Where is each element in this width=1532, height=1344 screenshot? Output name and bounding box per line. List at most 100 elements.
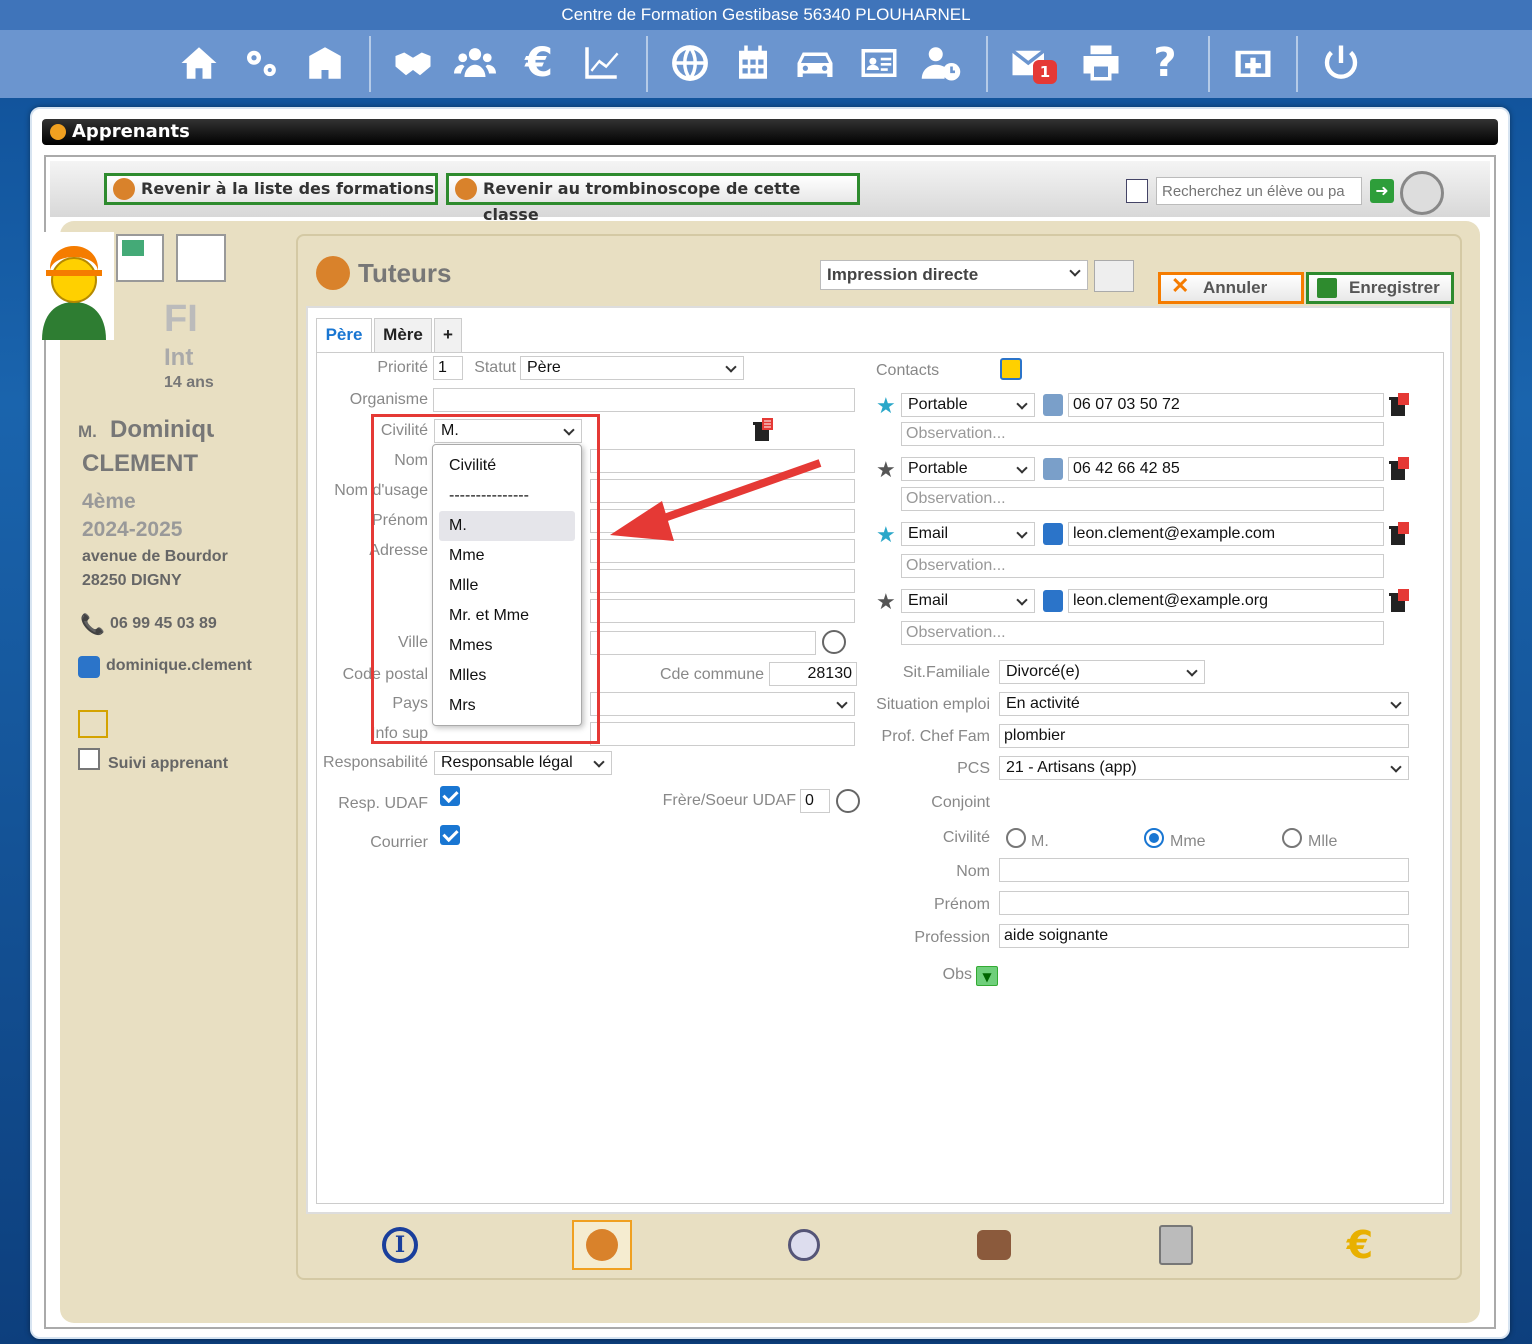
print-icon[interactable]	[1076, 38, 1126, 88]
contact-value-input[interactable]: 06 07 03 50 72	[1068, 393, 1384, 417]
contact-observation-input[interactable]: Observation...	[901, 422, 1384, 446]
hierarchy-icon[interactable]	[78, 710, 108, 738]
power-icon[interactable]	[1316, 38, 1366, 88]
scanner-icon[interactable]	[1400, 171, 1444, 215]
add-contact-icon[interactable]	[1000, 358, 1022, 380]
civ-m-radio[interactable]	[1006, 828, 1026, 848]
help-icon[interactable]: ?	[1140, 38, 1190, 88]
back-formations-button[interactable]: Revenir à la liste des formations	[104, 173, 438, 205]
civ-mlle-radio[interactable]	[1282, 828, 1302, 848]
tab-mere[interactable]: Mère	[374, 318, 432, 352]
cde-commune-input[interactable]: 28130	[769, 662, 857, 686]
toolbar: Revenir à la liste des formations Reveni…	[50, 161, 1490, 224]
contact-value-input[interactable]: leon.clement@example.org	[1068, 589, 1384, 613]
sit-emploi-select[interactable]: En activité	[999, 692, 1409, 716]
conjoint-prenom-input[interactable]	[999, 891, 1409, 915]
conjoint-nom-input[interactable]	[999, 858, 1409, 882]
tab-pere[interactable]: Père	[316, 318, 372, 352]
courrier-checkbox[interactable]	[440, 825, 460, 845]
save-button[interactable]: Enregistrer	[1306, 272, 1454, 304]
tab-add[interactable]: +	[434, 318, 462, 352]
handshake-icon[interactable]	[388, 38, 438, 88]
ville-input[interactable]	[590, 631, 816, 655]
conjoint-prenom-label: Prénom	[933, 896, 990, 913]
delete-contact-icon[interactable]	[1388, 589, 1410, 613]
pays-select[interactable]	[590, 692, 855, 716]
user-clock-icon[interactable]	[916, 38, 966, 88]
delete-contact-icon[interactable]	[1388, 457, 1410, 481]
id-card-icon[interactable]	[854, 38, 904, 88]
student-class: 4ème	[82, 490, 136, 513]
delete-contact-icon[interactable]	[1388, 393, 1410, 417]
student-card-icon[interactable]	[116, 234, 164, 282]
cogs-icon[interactable]	[236, 38, 286, 88]
calendar-icon[interactable]	[728, 38, 778, 88]
adresse-input-2[interactable]	[590, 569, 855, 593]
followup-link[interactable]: Suivi apprenant	[108, 755, 228, 773]
conjoint-label: Conjoint	[931, 794, 990, 811]
search-city-icon[interactable]	[822, 630, 846, 654]
mail-icon[interactable]: 1	[1005, 38, 1057, 88]
student-age: 14 ans	[164, 374, 214, 391]
delete-contact-icon[interactable]	[1388, 522, 1410, 546]
priorite-input[interactable]: 1	[433, 356, 463, 380]
contact-value-input[interactable]: 06 42 66 42 85	[1068, 457, 1384, 481]
civ-mme-radio[interactable]	[1144, 828, 1164, 848]
contact-value-input[interactable]: leon.clement@example.com	[1068, 522, 1384, 546]
absence-clock-icon[interactable]	[774, 1220, 834, 1270]
list-icon[interactable]	[1126, 179, 1148, 203]
star-icon[interactable]: ★	[876, 396, 896, 418]
contact-observation-input[interactable]: Observation...	[901, 554, 1384, 578]
adresse-input-3[interactable]	[590, 599, 855, 623]
print-mode-select[interactable]: Impression directe	[820, 260, 1088, 290]
mail-badge: 1	[1033, 60, 1057, 84]
contact-type-select[interactable]: Portable	[901, 457, 1035, 481]
pcs-select[interactable]: 21 - Artisans (app)	[999, 756, 1409, 780]
prof-input[interactable]: plombier	[999, 724, 1409, 748]
contact-observation-input[interactable]: Observation...	[901, 487, 1384, 511]
cancel-button[interactable]: ✕ Annuler	[1158, 272, 1304, 304]
obs-label: Obs	[942, 966, 972, 983]
statut-select[interactable]: Père	[520, 356, 744, 380]
globe-icon[interactable]	[665, 38, 715, 88]
info-sup-input[interactable]	[590, 722, 855, 746]
euro-icon[interactable]: €	[514, 38, 564, 88]
conjoint-nom-label: Nom	[956, 863, 990, 880]
notes-icon[interactable]	[176, 234, 226, 282]
priorite-label: Priorité	[377, 359, 428, 376]
cabinet-icon[interactable]	[1146, 1220, 1206, 1270]
star-icon[interactable]: ★	[876, 592, 896, 614]
building-icon[interactable]	[300, 38, 350, 88]
tutors-tab-icon[interactable]	[572, 1220, 632, 1270]
delete-tutor-icon[interactable]	[752, 418, 774, 442]
users-icon[interactable]	[450, 38, 500, 88]
sit-fam-select[interactable]: Divorcé(e)	[999, 660, 1205, 684]
contact-type-select[interactable]: Email	[901, 589, 1035, 613]
euro-tab-icon[interactable]: €	[1330, 1220, 1390, 1270]
search-sibling-icon[interactable]	[836, 789, 860, 813]
cow-icon[interactable]	[964, 1220, 1024, 1270]
info-icon[interactable]: I	[370, 1220, 430, 1270]
star-icon[interactable]: ★	[876, 460, 896, 482]
chart-icon[interactable]	[576, 38, 626, 88]
contact-type-select[interactable]: Email	[901, 522, 1035, 546]
rss-icon	[50, 124, 66, 140]
home-icon[interactable]	[174, 38, 224, 88]
student-email[interactable]: dominique.clement	[106, 657, 252, 675]
search-input[interactable]	[1156, 177, 1362, 205]
expand-obs-icon[interactable]: ▼	[976, 966, 998, 986]
contact-observation-input[interactable]: Observation...	[901, 621, 1384, 645]
back-trombi-button[interactable]: Revenir au trombinoscope de cette classe	[446, 173, 860, 224]
resp-udaf-checkbox[interactable]	[440, 786, 460, 806]
frere-soeur-input[interactable]: 0	[800, 789, 830, 813]
contact-type-select[interactable]: Portable	[901, 393, 1035, 417]
car-icon[interactable]	[790, 38, 840, 88]
contact-card-icon[interactable]	[1094, 260, 1134, 292]
app-title: Centre de Formation Gestibase 56340 PLOU…	[0, 0, 1532, 30]
star-icon[interactable]: ★	[876, 525, 896, 547]
search-go-icon[interactable]: ➜	[1370, 179, 1394, 203]
profession-input[interactable]: aide soignante	[999, 924, 1409, 948]
responsabilite-select[interactable]: Responsable légal	[434, 751, 612, 775]
medical-icon[interactable]	[1228, 38, 1278, 88]
organisme-input[interactable]	[433, 388, 855, 412]
